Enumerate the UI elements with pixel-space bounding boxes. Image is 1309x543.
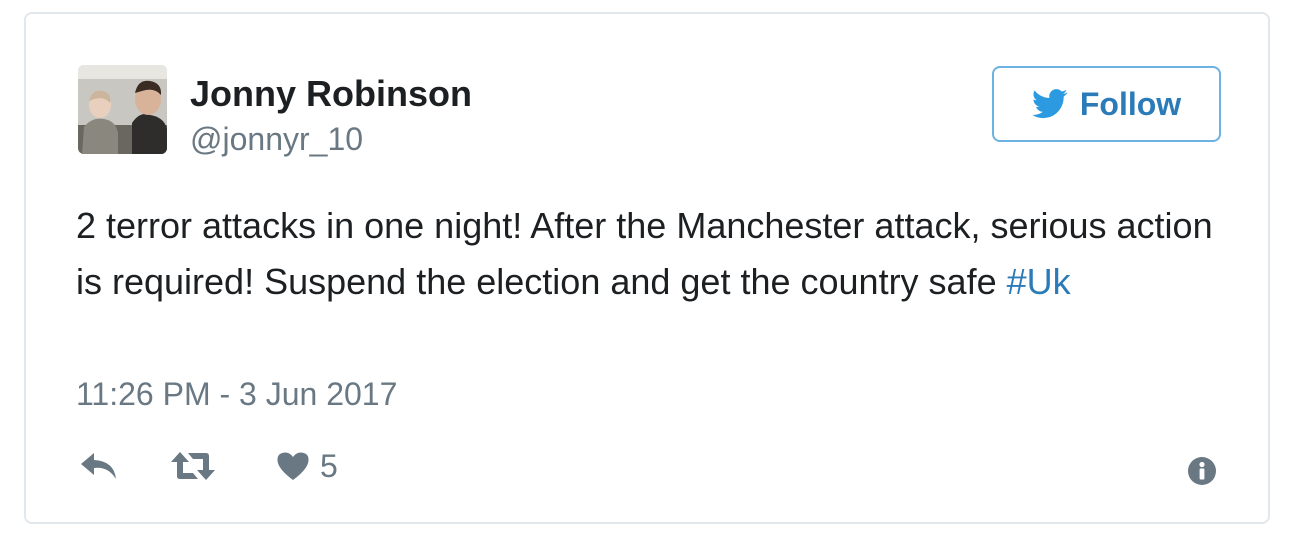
tweet-card: Jonny Robinson @jonnyr_10 Follow 2 terro… <box>24 12 1270 524</box>
like-count: 5 <box>320 448 338 484</box>
author-handle[interactable]: @jonnyr_10 <box>190 120 363 158</box>
tweet-text: 2 terror attacks in one night! After the… <box>76 198 1216 310</box>
retweet-button[interactable] <box>170 446 216 486</box>
follow-label: Follow <box>1079 85 1182 122</box>
heart-icon <box>277 452 309 480</box>
retweet-icon <box>171 452 215 480</box>
follow-button[interactable]: Follow <box>992 66 1221 142</box>
like-button[interactable]: 5 <box>276 446 338 486</box>
user-photo <box>78 65 167 154</box>
info-icon <box>1188 457 1216 485</box>
author-name[interactable]: Jonny Robinson <box>190 74 472 114</box>
reply-icon <box>81 453 116 479</box>
reply-button[interactable] <box>80 446 118 486</box>
avatar[interactable] <box>78 65 167 154</box>
info-button[interactable] <box>1187 456 1217 491</box>
hashtag-link[interactable]: #Uk <box>1007 261 1071 302</box>
tweet-timestamp[interactable]: 11:26 PM - 3 Jun 2017 <box>76 374 397 414</box>
twitter-bird-icon <box>1031 89 1068 119</box>
